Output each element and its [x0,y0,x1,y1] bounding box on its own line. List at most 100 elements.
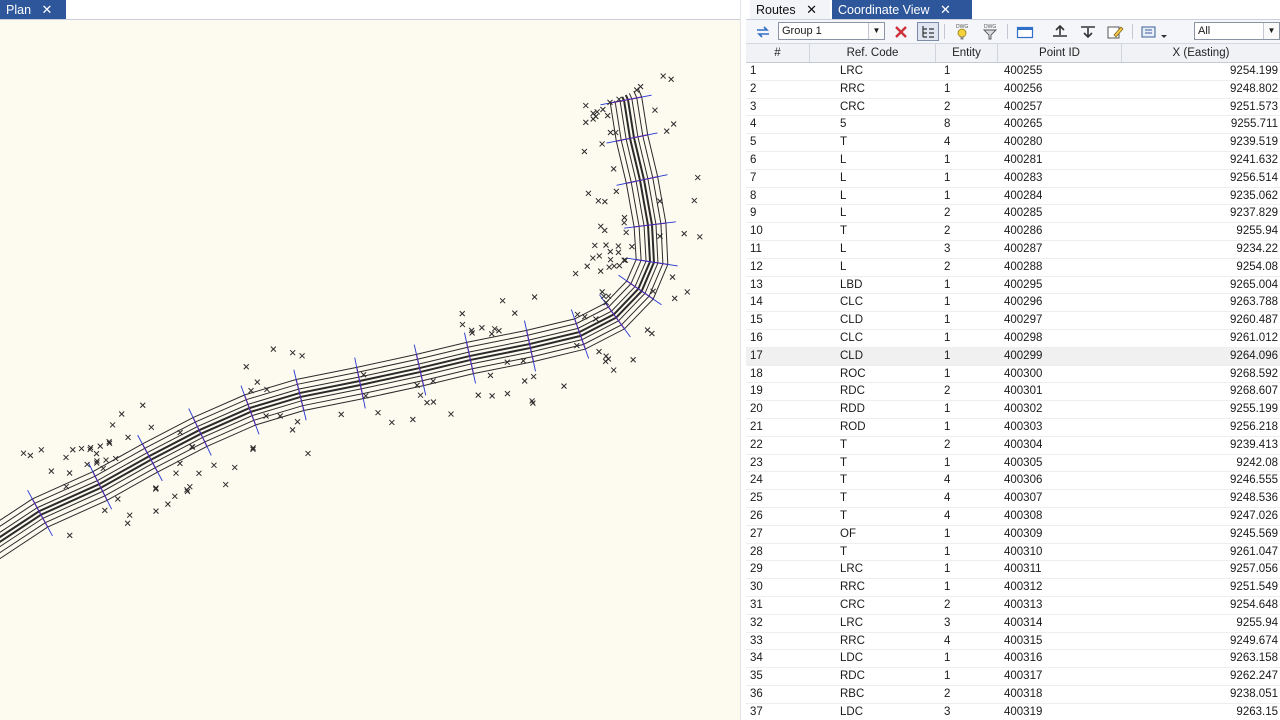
survey-point-marker[interactable] [530,373,537,380]
survey-point-marker[interactable] [448,411,454,417]
survey-point-marker[interactable] [459,321,466,328]
refresh-group-button[interactable] [752,22,774,41]
edit-button[interactable] [1104,22,1126,41]
survey-point-marker[interactable] [670,121,677,127]
table-row[interactable]: 27 OF 1 400309 9245.569 [746,526,1280,544]
survey-point-marker[interactable] [48,468,55,474]
survey-point-marker[interactable] [254,379,261,385]
survey-point-marker[interactable] [668,76,674,83]
survey-point-marker[interactable] [289,427,296,433]
table-row[interactable]: 2 RRC 1 400256 9248.802 [746,81,1280,99]
survey-point-marker[interactable] [289,349,296,356]
survey-point-marker[interactable] [20,450,27,457]
survey-point-marker[interactable] [66,470,73,476]
survey-point-marker[interactable] [691,197,698,204]
survey-point-marker[interactable] [362,392,369,399]
survey-point-marker[interactable] [616,262,623,269]
survey-point-marker[interactable] [604,112,611,119]
column-header-x-easting[interactable]: X (Easting) [1122,44,1280,62]
survey-point-marker[interactable] [27,452,34,459]
table-row[interactable]: 1 LRC 1 400255 9254.199 [746,63,1280,81]
table-row[interactable]: 10 T 2 400286 9255.94 [746,223,1280,241]
filter-select[interactable]: All ▼ [1194,22,1280,40]
group-select[interactable]: Group 1 ▼ [778,22,885,40]
table-row[interactable]: 17 CLD 1 400299 9264.096 [746,347,1280,366]
table-row[interactable]: 4 5 8 400265 9255.711 [746,116,1280,135]
survey-point-marker[interactable] [126,512,133,519]
survey-point-marker[interactable] [671,295,678,302]
survey-point-marker[interactable] [606,264,613,271]
survey-point-marker[interactable] [621,214,628,221]
survey-point-marker[interactable] [78,445,85,452]
survey-point-marker[interactable] [600,106,606,113]
survey-point-marker[interactable] [264,386,270,393]
table-row[interactable]: 37 LDC 3 400319 9263.15 [746,704,1280,720]
table-row[interactable]: 35 RDC 1 400317 9262.247 [746,668,1280,686]
survey-point-marker[interactable] [581,313,588,320]
tab-coordinate-view[interactable]: Coordinate View ✕ [832,0,972,19]
survey-point-marker[interactable] [585,190,592,197]
survey-point-marker[interactable] [430,399,437,405]
table-row[interactable]: 5 T 4 400280 9239.519 [746,134,1280,152]
survey-point-marker[interactable] [649,330,655,337]
survey-point-marker[interactable] [599,141,605,147]
survey-point-marker[interactable] [109,422,116,428]
survey-point-marker[interactable] [521,378,528,384]
survey-point-marker[interactable] [597,268,604,275]
survey-point-marker[interactable] [599,289,606,295]
table-row[interactable]: 22 T 2 400304 9239.413 [746,437,1280,455]
survey-point-marker[interactable] [294,418,301,425]
survey-point-marker[interactable] [574,311,581,318]
table-row[interactable]: 32 LRC 3 400314 9255.94 [746,615,1280,633]
table-row[interactable]: 21 ROD 1 400303 9256.218 [746,419,1280,437]
survey-point-marker[interactable] [504,390,511,397]
column-header-entity[interactable]: Entity [936,44,998,62]
survey-point-marker[interactable] [118,411,125,417]
column-header-number[interactable]: # [746,44,810,62]
tab-coordinate-view-close-icon[interactable]: ✕ [940,0,951,19]
survey-point-marker[interactable] [630,356,637,363]
survey-point-marker[interactable] [669,274,676,281]
survey-point-marker[interactable] [475,392,482,399]
survey-point-marker[interactable] [582,119,589,126]
table-row[interactable]: 36 RBC 2 400318 9238.051 [746,686,1280,704]
survey-point-marker[interactable] [424,399,430,406]
survey-point-marker[interactable] [305,450,311,457]
survey-point-marker[interactable] [69,446,76,453]
survey-point-marker[interactable] [114,496,121,502]
survey-point-marker[interactable] [561,383,567,389]
tab-plan[interactable]: Plan ✕ [0,0,66,19]
survey-point-marker[interactable] [93,450,100,457]
survey-point-marker[interactable] [610,166,617,172]
survey-point-marker[interactable] [173,470,179,477]
survey-point-marker[interactable] [499,297,506,304]
table-row[interactable]: 8 L 1 400284 9235.062 [746,188,1280,206]
table-row[interactable]: 7 L 1 400283 9256.514 [746,170,1280,188]
table-row[interactable]: 3 CRC 2 400257 9251.573 [746,99,1280,117]
survey-point-marker[interactable] [612,129,619,136]
survey-point-marker[interactable] [590,255,596,261]
survey-point-marker[interactable] [605,293,612,300]
survey-point-marker[interactable] [615,249,622,256]
table-row[interactable]: 31 CRC 2 400313 9254.648 [746,597,1280,615]
move-up-button[interactable] [1049,22,1071,41]
survey-point-marker[interactable] [595,197,602,204]
survey-point-marker[interactable] [101,507,108,514]
table-row[interactable]: 19 RDC 2 400301 9268.607 [746,383,1280,402]
zoom-extents-button[interactable] [1014,22,1036,41]
table-row[interactable]: 13 LBD 1 400295 9265.004 [746,277,1280,295]
survey-point-marker[interactable] [338,411,345,418]
table-row[interactable]: 16 CLC 1 400298 9261.012 [746,330,1280,348]
survey-point-marker[interactable] [602,198,608,205]
survey-point-marker[interactable] [623,229,630,236]
survey-point-marker[interactable] [97,443,104,449]
survey-point-marker[interactable] [488,330,495,337]
survey-point-marker[interactable] [63,454,69,461]
table-row[interactable]: 6 L 1 400281 9241.632 [746,152,1280,170]
survey-point-marker[interactable] [644,327,651,333]
survey-point-marker[interactable] [177,460,183,467]
survey-point-marker[interactable] [601,227,608,234]
survey-point-marker[interactable] [125,434,131,441]
survey-point-marker[interactable] [615,243,622,249]
tree-view-toggle-button[interactable] [917,22,939,41]
